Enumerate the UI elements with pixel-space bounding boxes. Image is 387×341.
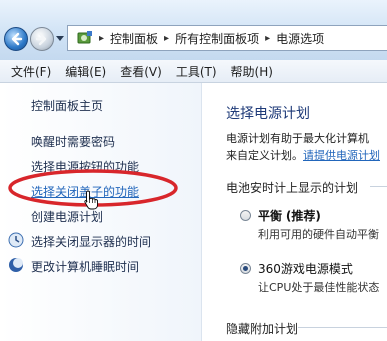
- hand-cursor-icon: [84, 190, 98, 210]
- breadcrumb[interactable]: ▸ 控制面板 ▸ 所有控制面板项 ▸ 电源选项: [67, 25, 387, 51]
- sidebar-item-control-panel-home[interactable]: 控制面板主页: [31, 97, 103, 114]
- chevron-right-icon[interactable]: ▸: [164, 33, 169, 44]
- menu-edit[interactable]: 编辑(E): [65, 63, 106, 80]
- arrow-left-icon: [11, 32, 23, 46]
- menu-tools[interactable]: 工具(T): [176, 63, 217, 80]
- page-description: 电源计划有助于最大化计算机 来自定义计划。请提供电源计划: [226, 130, 387, 164]
- chevron-right-icon[interactable]: ▸: [265, 33, 270, 44]
- plan-name-360-game[interactable]: 360游戏电源模式: [258, 260, 353, 277]
- section-hidden-plans[interactable]: 隐藏附加计划: [226, 320, 298, 337]
- section-divider: [370, 186, 387, 187]
- power-plan-help-link[interactable]: 请提供电源计划: [303, 149, 380, 162]
- menu-view[interactable]: 查看(V): [120, 63, 162, 80]
- sidebar: 控制面板主页 唤醒时需要密码 选择电源按钮的功能 选择关闭盖子的功能 创建电源计…: [0, 83, 202, 341]
- main-content: 选择电源计划 电源计划有助于最大化计算机 来自定义计划。请提供电源计划 电池安时…: [202, 83, 387, 341]
- section-battery-meter-plans: 电池安时计上显示的计划: [226, 181, 359, 195]
- forward-button[interactable]: [30, 27, 54, 51]
- sidebar-item-wake-password[interactable]: 唤醒时需要密码: [31, 133, 115, 150]
- sidebar-item-sleep-time[interactable]: 更改计算机睡眠时间: [31, 258, 139, 275]
- moon-sleep-icon: [9, 258, 23, 272]
- breadcrumb-power-options[interactable]: 电源选项: [276, 30, 324, 47]
- breadcrumb-all-items[interactable]: 所有控制面板项: [175, 30, 259, 47]
- menu-help[interactable]: 帮助(H): [231, 63, 273, 80]
- control-panel-icon: [77, 31, 92, 44]
- history-dropdown-icon[interactable]: [56, 36, 64, 41]
- page-title: 选择电源计划: [226, 106, 310, 122]
- menu-bar: 文件(F) 编辑(E) 查看(V) 工具(T) 帮助(H): [0, 60, 387, 83]
- plan-radio-balanced[interactable]: [240, 210, 251, 221]
- plan-radio-360-game[interactable]: [240, 263, 251, 274]
- plan-desc-360-game: 让CPU处于最佳性能状态: [258, 281, 380, 294]
- description-line: 来自定义计划。: [226, 149, 303, 162]
- description-line: 电源计划有助于最大化计算机: [226, 132, 369, 145]
- monitor-clock-icon: [8, 232, 24, 248]
- back-button[interactable]: [4, 27, 28, 51]
- arrow-right-icon: [35, 32, 47, 46]
- section-divider: [298, 327, 387, 328]
- sidebar-item-display-off[interactable]: 选择关闭显示器的时间: [31, 233, 151, 250]
- address-bar: ▸ 控制面板 ▸ 所有控制面板项 ▸ 电源选项: [0, 0, 387, 61]
- sidebar-item-create-plan[interactable]: 创建电源计划: [31, 208, 103, 225]
- plan-name-balanced[interactable]: 平衡 (推荐): [258, 207, 321, 224]
- chevron-right-icon[interactable]: ▸: [99, 33, 104, 44]
- menu-file[interactable]: 文件(F): [11, 63, 51, 80]
- plan-desc-balanced: 利用可用的硬件自动平衡: [258, 228, 379, 241]
- breadcrumb-control-panel[interactable]: 控制面板: [110, 30, 158, 47]
